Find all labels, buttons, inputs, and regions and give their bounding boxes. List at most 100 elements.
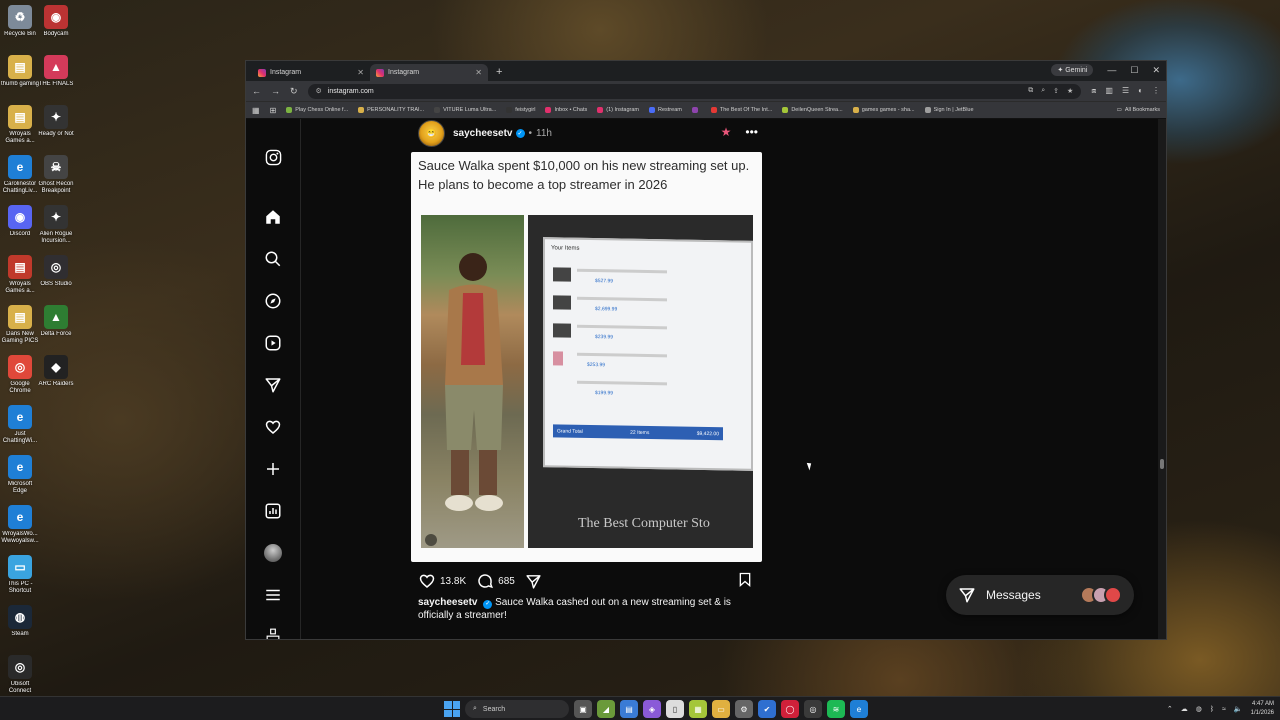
also-from-meta-icon[interactable] (263, 625, 283, 639)
forward-icon[interactable]: → (271, 86, 280, 96)
back-icon[interactable]: ← (252, 86, 261, 96)
favorite-star-icon[interactable]: ★ (721, 125, 732, 139)
site-info-icon[interactable]: ⚙ (316, 87, 322, 95)
start-button[interactable] (444, 701, 460, 717)
bookmark-star-icon[interactable]: ★ (1067, 87, 1073, 95)
desktop-icon[interactable]: ◎ Google Chrome (0, 352, 40, 402)
desktop-icon[interactable]: ✦ Ready or Not (36, 102, 76, 152)
bookmark-item[interactable] (691, 107, 701, 113)
post-author-avatar[interactable]: 😁 (418, 119, 445, 147)
chrome-icon[interactable]: ◎ (804, 700, 822, 718)
notifications-heart-icon[interactable] (263, 417, 283, 437)
tab-instagram-2[interactable]: Instagram ✕ (370, 64, 488, 81)
spotify-icon[interactable]: ≋ (827, 700, 845, 718)
bookmark-item[interactable]: feistygirl (506, 107, 535, 113)
post-username[interactable]: saycheesetv (453, 128, 513, 139)
desktop-icon[interactable]: ▤ Wroyals Games a... (0, 102, 40, 152)
comment-button[interactable]: 685 (476, 572, 515, 590)
create-plus-icon[interactable] (263, 459, 283, 479)
menu-icon[interactable]: ⋮ (1152, 86, 1160, 96)
desktop-icon[interactable]: e Carolinestor ChattingLiv... (0, 152, 40, 202)
bookmark-grid-icon[interactable]: ⊞ (270, 106, 277, 115)
close-tab-icon[interactable]: ✕ (475, 68, 482, 77)
maximize-icon[interactable]: ☐ (1130, 65, 1138, 76)
wifi-icon[interactable]: ≈ (1222, 706, 1226, 713)
bluetooth-icon[interactable]: ᛒ (1210, 706, 1214, 713)
desktop-icon[interactable]: e WroyalsWo... Wwwoyalsw... (0, 502, 40, 552)
bookmark-item[interactable]: The Best Of The Int... (710, 107, 772, 113)
desktop-icon[interactable]: ▭ This PC - Shortcut (0, 552, 40, 602)
desktop-icon[interactable]: e Just ChattingWi... (0, 402, 40, 452)
taskbar-search[interactable]: ⌕ Search (465, 700, 569, 718)
desktop-icon[interactable]: ✦ Alien Rogue Incursion... (36, 202, 76, 252)
onedrive-icon[interactable]: ☁ (1181, 705, 1188, 713)
desktop-icon[interactable]: ◆ ARC Raiders (36, 352, 76, 402)
instagram-logo-icon[interactable] (263, 147, 283, 167)
sticky-notes-icon[interactable]: ▦ (689, 700, 707, 718)
settings-gear-icon[interactable]: ⚙ (735, 700, 753, 718)
dashboard-icon[interactable] (263, 501, 283, 521)
desktop-icon[interactable]: ◉ Bodycam (36, 2, 76, 52)
page-scrollbar[interactable] (1158, 119, 1166, 639)
volume-icon[interactable]: 🔈 (1234, 705, 1243, 713)
tray-overflow-icon[interactable]: ⌃ (1167, 705, 1173, 713)
bookmark-item[interactable]: Restream (649, 107, 682, 113)
bookmark-item[interactable]: Sign In | JetBlue (924, 107, 974, 113)
desktop-icon[interactable]: ◎ OBS Studio (36, 252, 76, 302)
extensions-icon[interactable]: ⧈ (1091, 86, 1096, 96)
scrollbar-thumb[interactable] (1160, 459, 1164, 469)
clock[interactable]: 4:47 AM 1/1/2026 (1251, 700, 1274, 718)
file-explorer-icon[interactable]: ▤ (620, 700, 638, 718)
folder-icon[interactable]: ▭ (712, 700, 730, 718)
search-icon[interactable] (263, 249, 283, 269)
more-menu-icon[interactable] (263, 585, 283, 605)
tagged-user-icon[interactable] (425, 534, 437, 546)
bookmark-item[interactable]: DeilenQueen Strea... (782, 107, 843, 113)
desktop-icon[interactable]: ▤ thumb gaming (0, 52, 40, 102)
bookmark-item[interactable]: PERSONALITY TRAI... (358, 107, 424, 113)
desktop-icon[interactable]: ▲ Delta Force (36, 302, 76, 352)
explore-icon[interactable] (263, 291, 283, 311)
desktop-icon[interactable]: ▤ Dans New Gaming PICS (0, 302, 40, 352)
install-app-icon[interactable]: ⧉ (1028, 87, 1033, 95)
notepad-icon[interactable]: ▯ (666, 700, 684, 718)
desktop-icon[interactable]: ◍ Steam (0, 602, 40, 652)
address-bar[interactable]: ⚙ instagram.com ⧉ ⌕ ⇪ ★ (307, 83, 1082, 99)
share-icon[interactable]: ⇪ (1053, 87, 1059, 95)
widgets-icon[interactable]: ◢ (597, 700, 615, 718)
desktop-icon[interactable]: ♻ Recycle Bin (0, 2, 40, 52)
home-icon[interactable] (263, 207, 283, 227)
bookmark-item[interactable]: (1) Instagram (597, 107, 639, 113)
desktop-icon[interactable]: ▲ THE FINALS (36, 52, 76, 102)
post-image[interactable]: Sauce Walka spent $10,000 on his new str… (411, 152, 762, 562)
bookmark-item[interactable]: VITURE Luma Ultra... (434, 107, 496, 113)
profile-avatar-icon[interactable] (263, 543, 283, 563)
close-tab-icon[interactable]: ✕ (357, 68, 364, 77)
task-view-icon[interactable]: ▣ (574, 700, 592, 718)
sidepanel-icon[interactable]: ▥ (1105, 86, 1113, 96)
bookmark-item[interactable]: Play Chess Online f... (286, 107, 348, 113)
todo-check-icon[interactable]: ✔ (758, 700, 776, 718)
desktop-icon[interactable]: ◎ Ubisoft Connect (0, 652, 40, 702)
post-options-icon[interactable]: ••• (745, 125, 758, 139)
bookmark-item[interactable]: games games - sha... (852, 107, 915, 113)
edge-icon[interactable]: e (850, 700, 868, 718)
desktop-icon[interactable]: ▤ Wroyals Games a... (0, 252, 40, 302)
reload-icon[interactable]: ↻ (290, 86, 298, 97)
messages-button[interactable]: Messages (946, 575, 1134, 615)
reading-list-icon[interactable]: ☰ (1122, 86, 1129, 96)
profile-icon[interactable]: ◐ (1138, 86, 1143, 96)
share-button[interactable] (525, 573, 542, 590)
save-button[interactable] (737, 571, 753, 591)
caption-username[interactable]: saycheesetv (418, 597, 478, 608)
all-bookmarks-button[interactable]: ▭ All Bookmarks (1117, 107, 1160, 113)
desktop-icon[interactable]: ☠ Ghost Recon Breakpoint (36, 152, 76, 202)
gemini-button[interactable]: ✦ Gemini (1051, 64, 1094, 76)
reels-icon[interactable] (263, 333, 283, 353)
desktop-icon[interactable]: ◉ Discord (0, 202, 40, 252)
close-window-icon[interactable]: ✕ (1152, 65, 1160, 76)
zoom-icon[interactable]: ⌕ (1041, 87, 1045, 95)
desktop-icon[interactable]: e Microsoft Edge (0, 452, 40, 502)
opera-gx-icon[interactable]: ◯ (781, 700, 799, 718)
minimize-icon[interactable]: — (1107, 65, 1116, 75)
